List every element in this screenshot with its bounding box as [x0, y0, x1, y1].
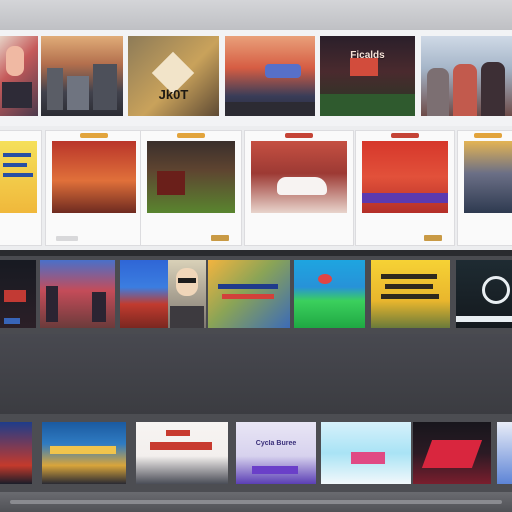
tile-cyan-card[interactable] — [321, 422, 411, 484]
card-badge — [177, 133, 205, 138]
tile-face-illustration[interactable] — [168, 260, 206, 328]
card-yellow-promo[interactable] — [0, 130, 42, 246]
card-footer — [56, 236, 78, 241]
tile-portrait-graphic[interactable] — [0, 36, 38, 116]
tile-city-panorama[interactable] — [225, 36, 315, 116]
card-stage[interactable] — [355, 130, 455, 246]
card-thumbnail — [0, 141, 37, 213]
card-badge — [391, 133, 419, 138]
tile-purple-card[interactable]: Cycla Buree — [236, 422, 316, 484]
tile-group-photo[interactable] — [421, 36, 512, 116]
card-footer — [211, 235, 229, 241]
media-row-4: Cycla Buree — [0, 414, 512, 492]
media-row-2 — [0, 126, 512, 250]
tile-edge-blue[interactable] — [0, 422, 32, 484]
tile-white-red-banner[interactable] — [136, 422, 228, 484]
tile-skyline-sunset[interactable] — [41, 36, 123, 116]
card-footer — [424, 235, 442, 241]
tile-colorful-text[interactable] — [208, 260, 290, 328]
card-badge — [474, 133, 502, 138]
card-thumbnail — [52, 141, 136, 213]
tile-yellow-title[interactable] — [371, 260, 450, 328]
card-red-glow[interactable] — [45, 130, 143, 246]
card-badge — [285, 133, 313, 138]
tile-green-hill[interactable] — [294, 260, 365, 328]
card-thumbnail — [251, 141, 347, 213]
media-row-3 — [0, 256, 512, 334]
tile-dark-poster[interactable] — [0, 260, 36, 328]
media-row-1: Jk0T Ficalds — [0, 30, 512, 126]
card-thumbnail — [147, 141, 235, 213]
tile-edge-right[interactable] — [497, 422, 512, 484]
display-stand — [10, 500, 502, 504]
tile-neon-red[interactable] — [413, 422, 491, 484]
card-crowd[interactable] — [457, 130, 512, 246]
screen-top-bezel — [0, 0, 512, 30]
tile-logo-dark[interactable] — [456, 260, 512, 328]
tile-night-title[interactable]: Ficalds — [320, 36, 415, 116]
tile-street[interactable] — [40, 260, 115, 328]
card-storefront[interactable] — [140, 130, 242, 246]
card-car[interactable] — [244, 130, 354, 246]
tile-caption: Cycla Buree — [255, 440, 297, 447]
tile-gold-title[interactable] — [42, 422, 126, 484]
card-thumbnail — [464, 141, 512, 213]
card-thumbnail — [362, 141, 448, 213]
card-badge — [80, 133, 108, 138]
tile-logo-poster[interactable]: Jk0T — [128, 36, 219, 116]
tile-caption: Jk0T — [158, 88, 189, 102]
empty-shelf — [0, 334, 512, 414]
